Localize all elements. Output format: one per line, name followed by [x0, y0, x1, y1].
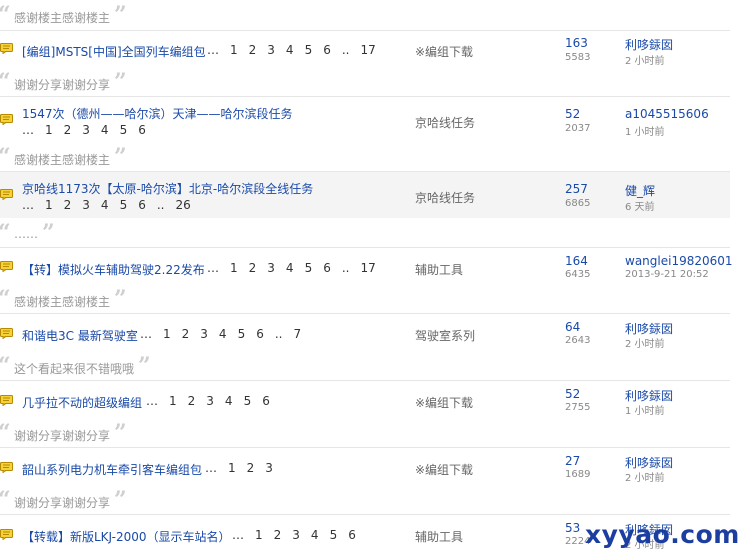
open-quote-icon: “ — [0, 422, 11, 444]
topic-message-icon[interactable] — [0, 43, 14, 54]
topic-row: 几乎拉不动的超级编组 … 1 2 3 4 5 6 ※编组下载 52 2755 利哆銾囡 1 … — [0, 380, 730, 421]
page-links: … 1 2 3 — [205, 461, 273, 475]
last-post-time[interactable]: 2 小时前 — [625, 52, 665, 67]
topic-message-icon[interactable] — [0, 328, 14, 339]
reply-quote: “ 谢谢分享谢谢分享 ” — [0, 422, 730, 446]
topic-title-link[interactable]: [编组]MSTS[中国]全国列车编组包 — [22, 43, 206, 60]
topic-title-link[interactable]: 和谐电3C 最新驾驶室 — [22, 327, 138, 344]
last-post-time[interactable]: 6 天前 — [625, 198, 655, 213]
topic-title-link[interactable]: 京哈线1173次【太原-哈尔滨】北京-哈尔滨段全线任务 — [22, 180, 313, 197]
topic-title-link[interactable]: 几乎拉不动的超级编组 — [22, 394, 142, 411]
view-count: 2643 — [565, 335, 591, 346]
last-post-time[interactable]: 2013-9-21 20:52 — [625, 269, 709, 280]
open-quote-icon: “ — [0, 489, 11, 511]
topic-row: [编组]MSTS[中国]全国列车编组包 … 1 2 3 4 5 6.. 17 ※编组下载 16… — [0, 30, 730, 71]
open-quote-icon: “ — [0, 4, 11, 26]
last-poster[interactable]: a1045515606 — [625, 107, 709, 121]
page-links: … 1 2 3 4 5 6 — [22, 123, 146, 137]
last-post-time[interactable]: 1 小时前 — [625, 123, 665, 138]
view-count: 1689 — [565, 469, 591, 480]
reply-count[interactable]: 52 — [565, 387, 580, 401]
close-quote-icon: ” — [138, 353, 151, 379]
last-poster[interactable]: wanglei19820601 — [625, 254, 733, 268]
reply-count[interactable]: 257 — [565, 182, 588, 196]
page-links: … 1 2 3 4 5 6.. 17 — [207, 261, 376, 275]
close-quote-icon: ” — [42, 220, 55, 246]
topic-row: 京哈线1173次【太原-哈尔滨】北京-哈尔滨段全线任务 … 1 2 3 4 5 6.. 26 … — [0, 171, 730, 218]
open-quote-icon: “ — [0, 222, 11, 244]
topic-title-link[interactable]: 1547次（德州——哈尔滨）天津——哈尔滨段任务 — [22, 105, 293, 122]
topic-message-icon[interactable] — [0, 261, 14, 272]
open-quote-icon: “ — [0, 71, 11, 93]
topic-message-icon[interactable] — [0, 395, 14, 406]
reply-quote: “ 感谢楼主感谢楼主 ” — [0, 4, 730, 28]
reply-quote: “ 谢谢分享谢谢分享 ” — [0, 71, 730, 95]
topic-message-icon[interactable] — [0, 529, 14, 540]
site-watermark: xyyao.com — [585, 520, 740, 549]
reply-count[interactable]: 52 — [565, 107, 580, 121]
close-quote-icon: ” — [114, 487, 127, 513]
topic-message-icon[interactable] — [0, 114, 14, 125]
page-links: … 1 2 3 4 5 6 — [232, 528, 356, 542]
reply-count[interactable]: 27 — [565, 454, 580, 468]
reply-quote: “ 谢谢分享谢谢分享 ” — [0, 489, 730, 513]
topic-category[interactable]: ※编组下载 — [415, 43, 473, 60]
topic-message-icon[interactable] — [0, 189, 14, 200]
reply-count[interactable]: 163 — [565, 36, 588, 50]
topic-title-link[interactable]: 【转】模拟火车辅助驾驶2.22发布 — [22, 261, 205, 278]
reply-quote: “ …… ” — [0, 222, 730, 246]
last-poster[interactable]: 健_辉 — [625, 182, 655, 199]
close-quote-icon: ” — [114, 69, 127, 95]
reply-count[interactable]: 64 — [565, 320, 580, 334]
last-post-time[interactable]: 1 小时前 — [625, 402, 665, 417]
topic-category[interactable]: ※编组下载 — [415, 461, 473, 478]
last-post-time[interactable]: 2 小时前 — [625, 469, 665, 484]
topic-category[interactable]: 辅助工具 — [415, 261, 463, 278]
page-links: … 1 2 3 4 5 6.. 26 — [22, 198, 191, 212]
topic-row: 【转】模拟火车辅助驾驶2.22发布 … 1 2 3 4 5 6.. 17 辅助工具 164 6… — [0, 247, 733, 288]
page-links: … 1 2 3 4 5 6.. 17 — [207, 43, 376, 57]
view-count: 6865 — [565, 198, 591, 209]
close-quote-icon: ” — [114, 144, 127, 170]
last-poster[interactable]: 利哆銾囡 — [625, 36, 673, 53]
open-quote-icon: “ — [0, 146, 11, 168]
view-count: 2037 — [565, 123, 591, 134]
topic-title-link[interactable]: 韶山系列电力机车牵引客车编组包 — [22, 461, 202, 478]
topic-category[interactable]: 京哈线任务 — [415, 114, 475, 131]
page-links: … 1 2 3 4 5 6 — [146, 394, 270, 408]
open-quote-icon: “ — [0, 355, 11, 377]
topic-message-icon[interactable] — [0, 462, 14, 473]
topic-category[interactable]: ※编组下载 — [415, 394, 473, 411]
reply-quote: “ 感谢楼主感谢楼主 ” — [0, 288, 730, 312]
topic-row: 韶山系列电力机车牵引客车编组包 … 1 2 3 ※编组下载 27 1689 利哆銾囡 … — [0, 447, 730, 488]
reply-quote: “ 这个看起来很不错哦哦 ” — [0, 355, 730, 379]
close-quote-icon: ” — [114, 2, 127, 28]
topic-category[interactable]: 辅助工具 — [415, 528, 463, 545]
topic-row: 1547次（德州——哈尔滨）天津——哈尔滨段任务 … 1 2 3 4 5 6 京哈线任务 5… — [0, 96, 730, 143]
page-links: … 1 2 3 4 5 6.. 7 — [140, 327, 302, 341]
reply-count[interactable]: 53 — [565, 521, 580, 535]
open-quote-icon: “ — [0, 288, 11, 310]
view-count: 6435 — [565, 269, 591, 280]
topic-category[interactable]: 驾驶室系列 — [415, 327, 475, 344]
close-quote-icon: ” — [114, 286, 127, 312]
reply-count[interactable]: 164 — [565, 254, 588, 268]
last-post-time[interactable]: 2 小时前 — [625, 335, 665, 350]
view-count: 2755 — [565, 402, 591, 413]
topic-row: 和谐电3C 最新驾驶室 … 1 2 3 4 5 6.. 7 驾驶室系列 64 2643 利哆銾… — [0, 313, 730, 354]
topic-title-link[interactable]: 【转载】新版LKJ-2000（显示车站名） — [22, 528, 231, 545]
close-quote-icon: ” — [114, 420, 127, 446]
reply-quote: “ 感谢楼主感谢楼主 ” — [0, 146, 730, 170]
view-count: 5583 — [565, 52, 591, 63]
topic-category[interactable]: 京哈线任务 — [415, 189, 475, 206]
